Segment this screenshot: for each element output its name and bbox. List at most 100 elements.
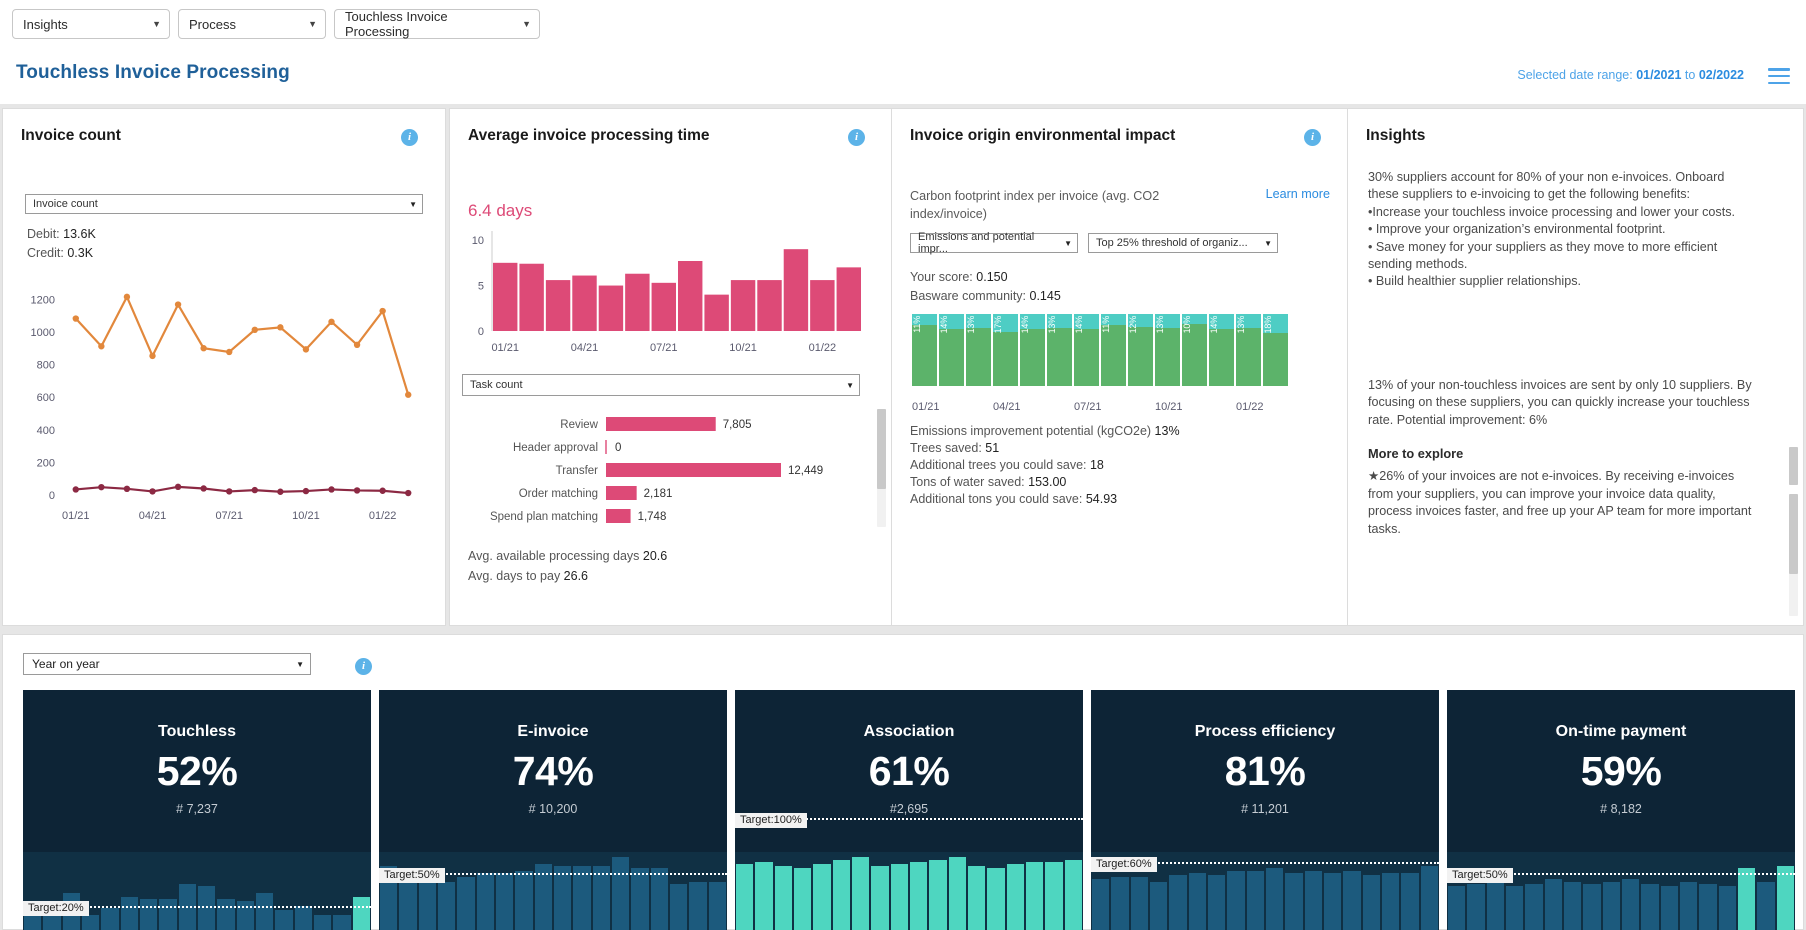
selector-report-label: Touchless Invoice Processing <box>345 9 448 39</box>
heatmap-value-label: 14% <box>1020 316 1030 334</box>
selector-report[interactable]: Touchless Invoice Processing ▼ <box>334 9 540 39</box>
kpi-sparkline-bar <box>910 862 928 930</box>
svg-text:12,449: 12,449 <box>788 465 823 477</box>
heatmap-column[interactable]: 14% <box>939 314 964 386</box>
heatmap-column[interactable]: 12% <box>1128 314 1153 386</box>
credit-label: Credit: <box>27 246 64 260</box>
selector-process[interactable]: Process ▼ <box>178 9 326 39</box>
kpi-sparkline-bar <box>1150 882 1168 930</box>
kpi-period-dropdown[interactable]: Year on year ▼ <box>23 653 311 675</box>
hamburger-menu-icon[interactable] <box>1768 68 1790 84</box>
kpi-card-value: 74% <box>512 748 594 794</box>
chevron-down-icon: ▼ <box>296 659 304 669</box>
kpi-sparkline-bar <box>1506 886 1524 930</box>
processing-time-bar-chart[interactable]: 0 5 10 01/21 04/21 07/21 10/21 01/22 <box>456 221 876 361</box>
kpi-sparkline-bar <box>1111 877 1129 930</box>
kpi-sparkline-bar <box>1006 864 1024 930</box>
svg-text:Review: Review <box>560 419 598 431</box>
kpi-card[interactable]: Process efficiency 81% # 11,201 Target:60% <box>1091 690 1439 930</box>
selected-date-range[interactable]: Selected date range: 01/2021 to 02/2022 <box>1517 68 1744 82</box>
insight-bullet-4: • Build healthier supplier relationships… <box>1368 274 1582 289</box>
kpi-sparkline-bar <box>159 899 177 930</box>
kpi-sparkline-bar <box>457 877 475 930</box>
insights-scrollbar-upper[interactable] <box>1789 447 1798 485</box>
scrollbar-thumb[interactable] <box>1789 494 1798 574</box>
heatmap-emissions-segment <box>1263 333 1288 386</box>
heatmap-column[interactable]: 13% <box>1047 314 1072 386</box>
heatmap-column[interactable]: 10% <box>1182 314 1207 386</box>
selector-insights[interactable]: Insights ▼ <box>12 9 170 39</box>
info-icon[interactable]: i <box>1304 129 1321 146</box>
emissions-metric-dropdown[interactable]: Emissions and potential impr... ▼ <box>910 231 1078 255</box>
kpi-card[interactable]: Touchless 52% # 7,237 Target:20% <box>23 690 371 930</box>
kpi-card[interactable]: On-time payment 59% # 8,182 Target:50% <box>1447 690 1795 930</box>
kpi-sparkline-bar <box>1401 873 1419 930</box>
kpi-sparkline-bar <box>1757 882 1775 930</box>
task-count-bar-chart[interactable]: Review 7,805 Header approval 0 Transfer 12,44… <box>456 409 874 529</box>
card-insights: Insights 30% suppliers account for 80% o… <box>1347 108 1804 626</box>
kpi-sparkline-bar <box>813 864 831 930</box>
heatmap-column[interactable]: 11% <box>1101 314 1126 386</box>
environment-stat-label: Additional tons you could save: <box>910 492 1083 506</box>
heatmap-column[interactable]: 13% <box>1155 314 1180 386</box>
kpi-sparkline[interactable]: Target:60% <box>1091 820 1439 930</box>
info-icon[interactable]: i <box>848 129 865 146</box>
info-icon[interactable]: i <box>355 658 372 675</box>
kpi-sparkline-bar <box>1660 886 1678 930</box>
heatmap-emissions-segment <box>1236 328 1261 386</box>
kpi-section: Year on year ▼ i Touchless 52% # 7,237 Targ… <box>2 634 1804 930</box>
date-range-label: Selected date range: <box>1517 68 1633 82</box>
kpi-sparkline-bar <box>1641 884 1659 930</box>
heatmap-column[interactable]: 13% <box>966 314 991 386</box>
info-icon[interactable]: i <box>401 129 418 146</box>
kpi-sparkline-bar <box>101 908 119 930</box>
kpi-sparkline-bar <box>670 884 688 930</box>
environment-stat-label: Additional trees you could save: <box>910 458 1087 472</box>
heatmap-column[interactable]: 17% <box>993 314 1018 386</box>
kpi-target-label: Target:50% <box>379 868 445 883</box>
emissions-heatmap[interactable]: 11% 14% 13% 17% 14% 13% 14% 11% 12% 13% 10% 14% 13% 1… <box>912 314 1290 386</box>
heatmap-column[interactable]: 13% <box>1236 314 1261 386</box>
kpi-sparkline[interactable]: Target:20% <box>23 820 371 930</box>
heatmap-column[interactable]: 14% <box>1074 314 1099 386</box>
kpi-sparkline-bar <box>1680 882 1698 930</box>
task-chart-scrollbar[interactable] <box>877 409 886 527</box>
insights-scrollbar-lower[interactable] <box>1789 494 1798 616</box>
kpi-sparkline[interactable]: Target:100% <box>735 813 1083 930</box>
avg-available-processing-days: Avg. available processing days 20.6 <box>468 549 667 563</box>
kpi-card-title: Touchless <box>158 723 236 740</box>
kpi-card[interactable]: Association 61% #2,695 Target:100% <box>735 690 1083 930</box>
heatmap-column[interactable]: 11% <box>912 314 937 386</box>
learn-more-link[interactable]: Learn more <box>1266 187 1330 201</box>
kpi-sparkline[interactable]: Target:50% <box>1447 820 1795 930</box>
invoice-count-metric-dropdown[interactable]: Invoice count ▼ <box>25 194 423 214</box>
threshold-dropdown[interactable]: Top 25% threshold of organiz... ▼ <box>1088 233 1278 253</box>
kpi-sparkline-bar <box>890 864 908 930</box>
kpi-sparkline-bar <box>1622 879 1640 930</box>
kpi-sparkline-bar <box>794 868 812 930</box>
heatmap-emissions-segment <box>1047 328 1072 386</box>
svg-text:400: 400 <box>37 425 55 437</box>
invoice-count-line-chart[interactable]: 0 200 400 600 800 1000 1200 01/21 04/21 07/21 10/2… <box>17 269 433 529</box>
selector-insights-label: Insights <box>23 16 68 32</box>
scrollbar-thumb[interactable] <box>877 409 886 489</box>
heatmap-value-label: 13% <box>966 316 976 334</box>
scrollbar-thumb[interactable] <box>1789 447 1798 485</box>
task-count-dropdown[interactable]: Task count ▼ <box>462 374 860 396</box>
svg-text:10/21: 10/21 <box>729 342 757 354</box>
heatmap-column[interactable]: 14% <box>1020 314 1045 386</box>
kpi-card[interactable]: E-invoice 74% # 10,200 Target:50% <box>379 690 727 930</box>
heatmap-xtick: 01/21 <box>912 401 940 413</box>
environment-stat-value: 54.93 <box>1082 492 1118 506</box>
environment-stat-value: 153.00 <box>1024 475 1067 489</box>
kpi-sparkline-bar <box>1266 868 1284 930</box>
kpi-sparkline[interactable]: Target:50% <box>379 820 727 930</box>
heatmap-value-label: 14% <box>1209 316 1219 334</box>
heatmap-column[interactable]: 14% <box>1209 314 1234 386</box>
heatmap-column[interactable]: 18% <box>1263 314 1288 386</box>
kpi-sparkline-bar <box>631 868 649 930</box>
threshold-label: Top 25% threshold of organiz... <box>1096 237 1248 249</box>
credit-value: 0.3K <box>67 246 94 260</box>
svg-text:Spend plan matching: Spend plan matching <box>490 511 598 523</box>
kpi-sparkline-bar <box>871 866 889 930</box>
